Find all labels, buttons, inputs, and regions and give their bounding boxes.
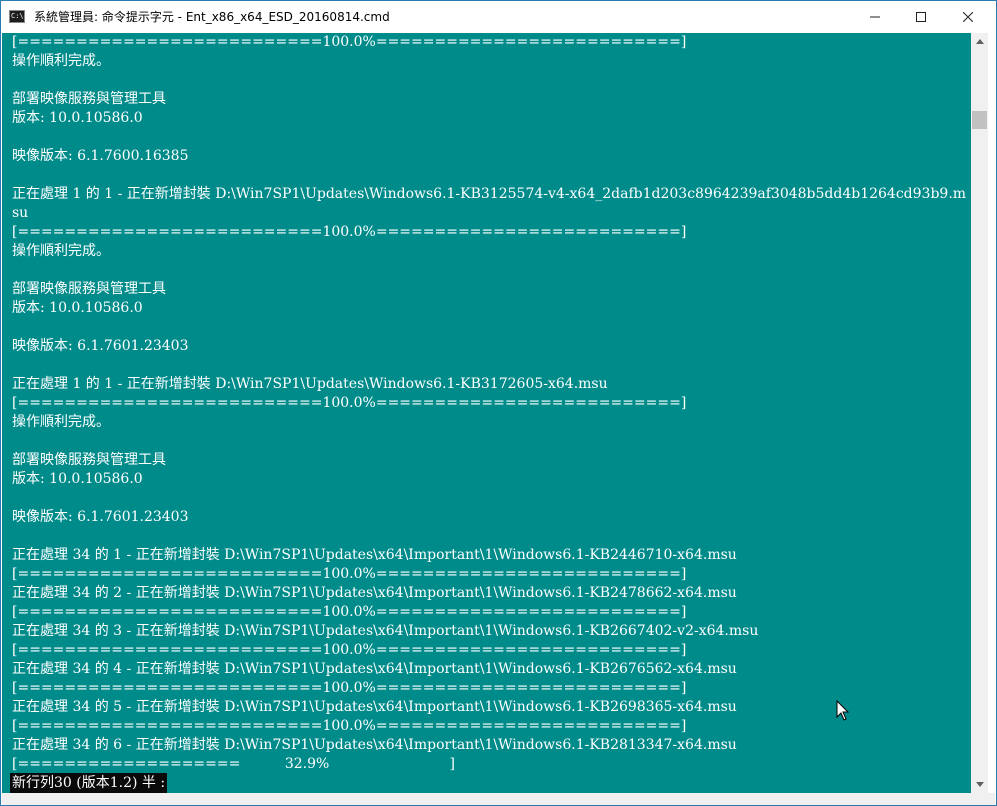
cmd-icon-text: C:\ bbox=[11, 12, 24, 20]
mouse-pointer-icon bbox=[836, 700, 850, 721]
scroll-up-arrow-icon bbox=[975, 39, 984, 44]
minimize-button[interactable] bbox=[852, 1, 898, 33]
console-line: 正在處理 34 的 4 - 正在新增封裝 D:\Win7SP1\Updates\… bbox=[12, 661, 737, 677]
console-line: 映像版本: 6.1.7601.23403 bbox=[12, 509, 189, 525]
minimize-icon bbox=[870, 16, 880, 18]
console-line: 正在處理 34 的 3 - 正在新增封裝 D:\Win7SP1\Updates\… bbox=[12, 623, 759, 639]
console-line: 正在處理 34 的 5 - 正在新增封裝 D:\Win7SP1\Updates\… bbox=[12, 699, 737, 715]
console-line: 部署映像服務與管理工具 bbox=[12, 91, 166, 107]
console-line: 版本: 10.0.10586.0 bbox=[12, 110, 143, 126]
scroll-thumb[interactable] bbox=[972, 111, 987, 129]
console-line: 正在處理 1 的 1 - 正在新增封裝 D:\Win7SP1\Updates\W… bbox=[12, 186, 967, 202]
window-bottom-edge bbox=[2, 793, 995, 805]
vertical-scrollbar[interactable] bbox=[971, 33, 988, 793]
console-line: [=================== 32.9% ] bbox=[12, 756, 455, 772]
console-window: C:\ 系統管理員: 命令提示字元 - Ent_x86_x64_ESD_2016… bbox=[0, 0, 997, 806]
scroll-down-button[interactable] bbox=[971, 776, 988, 793]
console-line: [==========================100.0%=======… bbox=[12, 718, 687, 734]
close-button[interactable] bbox=[945, 1, 991, 33]
console-line: [==========================100.0%=======… bbox=[12, 642, 687, 658]
console-line: [==========================100.0%=======… bbox=[12, 34, 687, 50]
console-line: 映像版本: 6.1.7600.16385 bbox=[12, 148, 189, 164]
console-line: [==========================100.0%=======… bbox=[12, 224, 687, 240]
console-line: [==========================100.0%=======… bbox=[12, 566, 687, 582]
console-line: su bbox=[12, 205, 29, 221]
window-title: 系統管理員: 命令提示字元 - Ent_x86_x64_ESD_20160814… bbox=[34, 10, 390, 24]
close-icon bbox=[963, 12, 973, 22]
console-line: 部署映像服務與管理工具 bbox=[12, 281, 166, 297]
console-line: 正在處理 1 的 1 - 正在新增封裝 D:\Win7SP1\Updates\W… bbox=[12, 376, 608, 392]
console-line: [==========================100.0%=======… bbox=[12, 604, 687, 620]
console-line: 操作順利完成。 bbox=[12, 53, 110, 69]
scroll-down-arrow-icon bbox=[975, 782, 984, 787]
console-line: 部署映像服務與管理工具 bbox=[12, 452, 166, 468]
console-line: [==========================100.0%=======… bbox=[12, 680, 687, 696]
title-bar[interactable]: C:\ 系統管理員: 命令提示字元 - Ent_x86_x64_ESD_2016… bbox=[1, 1, 996, 33]
maximize-icon bbox=[916, 12, 926, 22]
console-output[interactable]: [==========================100.0%=======… bbox=[2, 33, 971, 793]
console-line: 正在處理 34 的 2 - 正在新增封裝 D:\Win7SP1\Updates\… bbox=[12, 585, 737, 601]
console-line: 正在處理 34 的 6 - 正在新增封裝 D:\Win7SP1\Updates\… bbox=[12, 737, 737, 753]
console-line: 版本: 10.0.10586.0 bbox=[12, 471, 143, 487]
console-line: 操作順利完成。 bbox=[12, 414, 110, 430]
ime-status-line: 新行列30 (版本1.2) 半 : bbox=[10, 773, 168, 793]
console-line: 操作順利完成。 bbox=[12, 243, 110, 259]
console-line: 映像版本: 6.1.7601.23403 bbox=[12, 338, 189, 354]
maximize-button[interactable] bbox=[898, 1, 944, 33]
console-line: 正在處理 34 的 1 - 正在新增封裝 D:\Win7SP1\Updates\… bbox=[12, 547, 737, 563]
console-line: [==========================100.0%=======… bbox=[12, 395, 687, 411]
cmd-icon[interactable]: C:\ bbox=[9, 10, 25, 23]
console-line: 版本: 10.0.10586.0 bbox=[12, 300, 143, 316]
scroll-up-button[interactable] bbox=[971, 33, 988, 50]
